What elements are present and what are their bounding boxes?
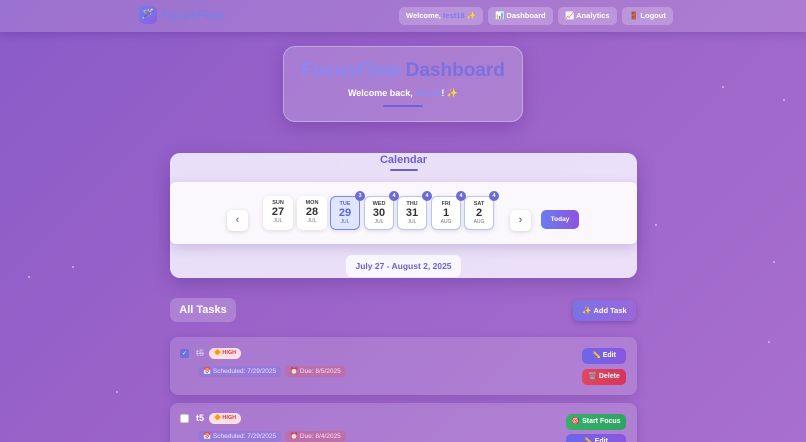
day-cell-tue-today[interactable]: TUE 29 JUL 3: [330, 191, 365, 230]
welcome-back-message: Welcome back, test18! ✨: [284, 88, 522, 99]
scheduled-date: 📅 Scheduled: 7/29/2025: [198, 366, 282, 377]
task-complete-checkbox[interactable]: [180, 414, 189, 423]
day-date: 28: [305, 206, 319, 218]
all-tasks-heading: All Tasks: [170, 298, 236, 322]
magic-wand-icon: 🪄: [139, 6, 157, 24]
day-month: AUG: [440, 219, 452, 225]
page-title-brand: FocusFlow: [301, 60, 401, 81]
day-month: JUL: [407, 219, 417, 225]
today-button[interactable]: Today: [541, 210, 579, 229]
day-cell-thu[interactable]: THU 31 JUL 4: [397, 191, 432, 230]
day-month: JUL: [374, 219, 384, 225]
day-date: 1: [442, 207, 450, 219]
task-count-badge: 4: [489, 191, 499, 201]
day-cell-wed[interactable]: WED 30 JUL 4: [364, 191, 399, 230]
top-nav-bar: 🪄 FocusFlow Welcome, test18 ✨ 📊 Dashboar…: [0, 0, 806, 32]
chevron-left-icon[interactable]: ‹: [227, 210, 248, 231]
welcome-username: test18: [442, 11, 465, 20]
task-card: t5 🔶 HIGH 📅 Scheduled: 7/29/2025 ⏰ Due: …: [170, 403, 637, 442]
task-card: ✓ t5 🔶 HIGH 📅 Scheduled: 7/29/2025 ⏰ Due…: [170, 337, 637, 395]
task-name: t5: [196, 348, 205, 358]
scheduled-date: 📅 Scheduled: 7/29/2025: [198, 431, 282, 442]
day-cell-mon[interactable]: MON 28 JUL: [297, 196, 327, 230]
calendar-panel: Calendar ‹ SUN 27 JUL MON 28 JUL TUE 29 …: [170, 153, 637, 278]
day-cell-sun[interactable]: SUN 27 JUL: [263, 196, 293, 230]
day-date: 30: [372, 207, 386, 219]
day-month: JUL: [340, 219, 350, 225]
welcome-back-suffix: ! ✨: [441, 88, 459, 98]
week-strip: ‹ SUN 27 JUL MON 28 JUL TUE 29 JUL 3 WED…: [170, 182, 637, 244]
dashboard-nav-button[interactable]: 📊 Dashboard: [488, 7, 553, 25]
day-date: 29: [338, 207, 352, 219]
due-date: ⏰ Due: 8/4/2025: [285, 431, 346, 442]
edit-task-button[interactable]: ✏️ Edit: [582, 348, 626, 364]
welcome-badge: Welcome, test18 ✨: [399, 7, 484, 25]
due-date: ⏰ Due: 8/5/2025: [285, 366, 346, 377]
logo-text: FocusFlow: [162, 8, 225, 22]
week-range-label: July 27 - August 2, 2025: [346, 255, 461, 277]
welcome-prefix: Welcome,: [406, 11, 443, 20]
calendar-title: Calendar: [379, 154, 428, 166]
page-title: FocusFlow Dashboard: [284, 60, 522, 82]
calendar-title-underline: [389, 169, 418, 171]
day-date: 27: [271, 206, 285, 218]
app-logo[interactable]: 🪄 FocusFlow: [139, 6, 225, 24]
dashboard-hero-card: FocusFlow Dashboard Welcome back, test18…: [283, 46, 523, 122]
hero-divider: [383, 105, 423, 107]
day-month: JUL: [307, 218, 317, 224]
start-focus-button[interactable]: 🎯 Start Focus: [566, 414, 626, 430]
day-month: JUL: [273, 218, 283, 224]
add-task-button[interactable]: ✨ Add Task: [573, 300, 636, 321]
day-month: AUG: [473, 219, 485, 225]
chevron-right-icon[interactable]: ›: [510, 210, 531, 231]
page-title-suffix: Dashboard: [400, 60, 505, 81]
task-complete-checkbox[interactable]: ✓: [180, 349, 189, 358]
day-cell-fri[interactable]: FRI 1 AUG 4: [431, 191, 466, 230]
welcome-back-username: test18: [415, 88, 442, 98]
analytics-nav-button[interactable]: 📈 Analytics: [558, 7, 617, 25]
day-date: 31: [405, 207, 419, 219]
task-name: t5: [196, 413, 205, 423]
welcome-suffix: ✨: [464, 11, 477, 20]
edit-task-button[interactable]: ✏️ Edit: [566, 434, 626, 442]
day-date: 2: [475, 207, 483, 219]
priority-badge: 🔶 HIGH: [209, 413, 242, 424]
welcome-back-prefix: Welcome back,: [347, 88, 416, 98]
day-cell-sat[interactable]: SAT 2 AUG 4: [464, 191, 499, 230]
priority-badge: 🔶 HIGH: [209, 348, 242, 359]
logout-button[interactable]: 🚪 Logout: [622, 7, 673, 25]
delete-task-button[interactable]: 🗑️ Delete: [582, 369, 626, 385]
